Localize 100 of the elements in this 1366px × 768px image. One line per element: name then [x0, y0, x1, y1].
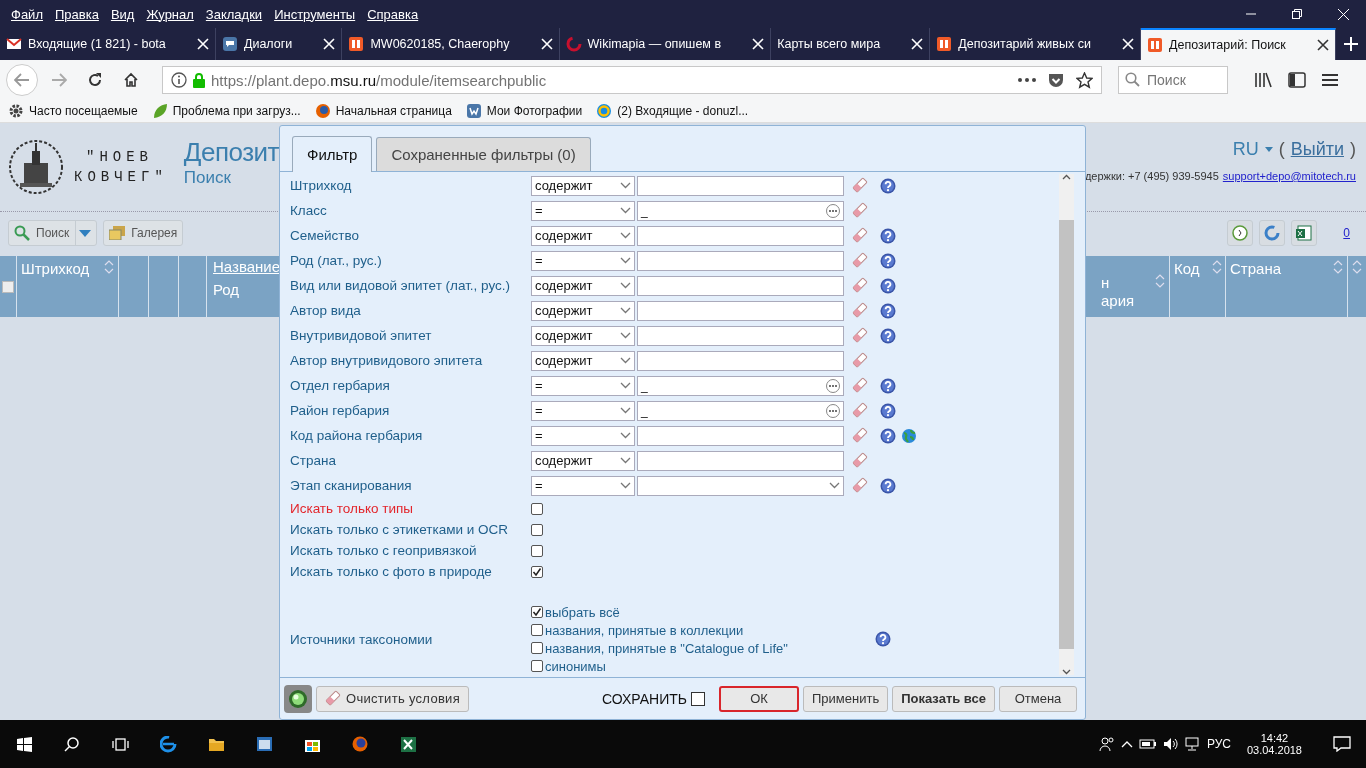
operator-dropdown[interactable]: содержит: [531, 450, 635, 471]
menu-item[interactable]: Справка: [361, 6, 425, 22]
help-icon[interactable]: [880, 402, 896, 419]
language-indicator[interactable]: РУС: [1206, 737, 1231, 751]
input-field[interactable]: [637, 425, 844, 446]
bookmark-link[interactable]: (2) Входящие - donuzl...: [617, 104, 749, 118]
help-icon[interactable]: [880, 427, 896, 444]
volume-icon[interactable]: [1162, 737, 1179, 751]
checkbox[interactable]: [531, 660, 543, 672]
browser-e-icon[interactable]: [159, 735, 177, 753]
help-icon[interactable]: [880, 177, 896, 194]
input-field[interactable]: [637, 275, 844, 296]
menu-icon[interactable]: [1322, 73, 1338, 87]
menu-item[interactable]: Правка: [48, 6, 105, 22]
search-icon[interactable]: [63, 735, 81, 753]
bookmark-link[interactable]: Мои Фотографии: [486, 104, 583, 118]
help-icon[interactable]: [880, 477, 896, 494]
operator-dropdown[interactable]: содержит: [531, 350, 635, 371]
task-view-icon[interactable]: [111, 735, 129, 753]
star-icon[interactable]: [1076, 71, 1093, 89]
browser-tab[interactable]: Депозитарий: Поиск: [1141, 28, 1336, 60]
input-field[interactable]: _: [637, 375, 844, 396]
menu-item[interactable]: Инструменты: [268, 6, 362, 22]
spreadsheet-icon[interactable]: [399, 735, 417, 753]
logout-link[interactable]: Выйти: [1290, 139, 1344, 160]
ellipsis-icon[interactable]: [829, 409, 837, 412]
operator-dropdown[interactable]: содержит: [531, 300, 635, 321]
more-icon[interactable]: [1018, 78, 1036, 82]
menu-item[interactable]: Вид: [104, 6, 141, 22]
search-button[interactable]: Поиск: [8, 220, 98, 246]
status-light-button[interactable]: [284, 684, 312, 713]
input-field[interactable]: [637, 450, 844, 471]
checkbox[interactable]: [531, 624, 543, 636]
operator-dropdown[interactable]: =: [531, 375, 635, 396]
menu-item[interactable]: Закладки: [199, 6, 269, 22]
back-arrow-icon[interactable]: [14, 73, 30, 87]
app-window-icon[interactable]: [255, 735, 273, 753]
operator-dropdown[interactable]: =: [531, 200, 635, 221]
count-link[interactable]: 0: [1343, 226, 1350, 240]
save-checkbox[interactable]: [691, 691, 705, 706]
input-field[interactable]: [637, 350, 844, 371]
operator-dropdown[interactable]: содержит: [531, 175, 635, 196]
ellipsis-icon[interactable]: [829, 209, 837, 212]
battery-icon[interactable]: [1138, 738, 1157, 750]
input-field[interactable]: [637, 475, 844, 496]
input-field[interactable]: _: [637, 200, 844, 221]
globe-icon[interactable]: [901, 427, 917, 444]
spreadsheet-icon[interactable]: [1296, 225, 1313, 241]
sidebar-icon[interactable]: [1288, 72, 1306, 88]
menu-item[interactable]: Журнал: [140, 6, 200, 22]
notification-icon[interactable]: [1333, 736, 1351, 752]
select-all-checkbox[interactable]: [2, 280, 14, 293]
reload-icon[interactable]: [87, 72, 103, 88]
caret-icon[interactable]: [1264, 147, 1273, 152]
help-icon[interactable]: [880, 302, 896, 319]
close-icon[interactable]: [1317, 39, 1329, 51]
help-icon[interactable]: [880, 252, 896, 269]
operator-dropdown[interactable]: содержит: [531, 225, 635, 246]
chevron-up-icon[interactable]: [1120, 740, 1133, 748]
clock-date[interactable]: 03.04.2018: [1246, 744, 1302, 756]
dialog-tab[interactable]: Сохраненные фильтры (0): [376, 137, 591, 171]
library-icon[interactable]: [1254, 72, 1272, 88]
checkbox[interactable]: [531, 502, 543, 515]
email-link[interactable]: support+depo@mitotech.ru: [1222, 170, 1356, 182]
globe-fox-icon[interactable]: [351, 735, 369, 753]
help-icon[interactable]: [880, 227, 896, 244]
gallery-button[interactable]: Галерея: [103, 220, 184, 246]
checkbox[interactable]: [531, 523, 543, 536]
refresh-icon[interactable]: [1264, 225, 1281, 241]
caret-icon[interactable]: [79, 229, 92, 237]
clock-time[interactable]: 14:42: [1260, 732, 1289, 744]
operator-dropdown[interactable]: =: [531, 475, 635, 496]
bookmark-link[interactable]: Часто посещаемые: [29, 104, 138, 118]
input-field[interactable]: _: [637, 400, 844, 421]
bookmark-link[interactable]: Проблема при загруз...: [172, 104, 301, 118]
dialog-button[interactable]: Применить: [803, 685, 889, 712]
dialog-button[interactable]: Показать все: [892, 685, 995, 712]
input-field[interactable]: [637, 175, 844, 196]
input-field[interactable]: [637, 300, 844, 321]
menu-item[interactable]: Файл: [5, 6, 49, 22]
plus-icon[interactable]: [1343, 36, 1359, 52]
clear-button[interactable]: Очистить условия: [316, 685, 470, 712]
bookmark-link[interactable]: Начальная страница: [335, 104, 452, 118]
operator-dropdown[interactable]: содержит: [531, 325, 635, 346]
operator-dropdown[interactable]: содержит: [531, 275, 635, 296]
people-icon[interactable]: [1098, 736, 1115, 752]
input-field[interactable]: [637, 250, 844, 271]
operator-dropdown[interactable]: =: [531, 250, 635, 271]
help-icon[interactable]: [880, 327, 896, 344]
windows-start-icon[interactable]: [15, 735, 33, 753]
search-field[interactable]: Поиск: [1118, 66, 1228, 94]
pocket-icon[interactable]: [1048, 72, 1064, 88]
dialog-button[interactable]: Отмена: [999, 685, 1077, 712]
input-field[interactable]: [637, 325, 844, 346]
address-bar[interactable]: https://plant.depo.msu.ru/module/itemsearchpublic: [162, 66, 1102, 94]
help-icon[interactable]: [880, 377, 896, 394]
home-icon[interactable]: [123, 72, 139, 88]
restore-icon[interactable]: [1292, 9, 1302, 19]
network-icon[interactable]: [1184, 737, 1201, 751]
input-field[interactable]: [637, 225, 844, 246]
